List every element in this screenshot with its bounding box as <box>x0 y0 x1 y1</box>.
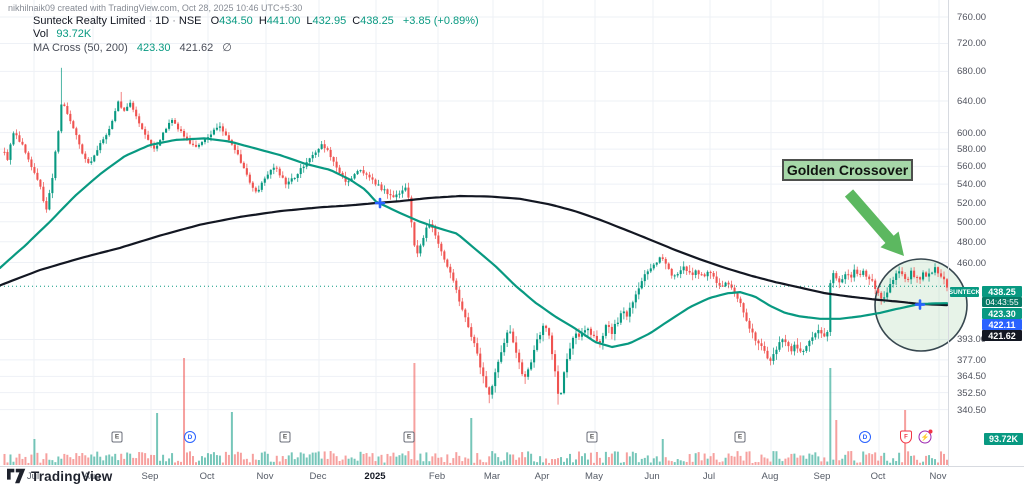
ohlc-value: 434.50 <box>219 15 253 27</box>
exchange-label: NSE <box>179 15 202 27</box>
time-axis-month-label: Oct <box>200 471 215 482</box>
countdown-badge: 04:43:55 <box>982 297 1022 307</box>
volume-value: 93.72K <box>56 28 91 40</box>
price-tick-label: 580.00 <box>957 144 986 155</box>
time-axis-month-label: Dec <box>310 471 327 482</box>
symbol-price-tag: SUNTECK <box>950 287 979 297</box>
attribution-text: nikhilnaik09 created with TradingView.co… <box>8 3 302 13</box>
time-axis-month-label: Mar <box>484 471 500 482</box>
ma-slow-badge: 421.62 <box>982 330 1022 341</box>
time-axis-month-label: Nov <box>930 471 947 482</box>
price-tick-label: 720.00 <box>957 38 986 49</box>
symbol-title[interactable]: Sunteck Realty Limited <box>33 15 146 27</box>
tradingview-logo-text: TradingView <box>31 469 112 484</box>
ohlc-letter: H <box>259 15 267 27</box>
separator: · <box>149 15 153 27</box>
time-axis-month-label: Oct <box>871 471 886 482</box>
tradingview-logo-icon <box>7 468 26 484</box>
ohlc-values: O434.50H441.00L432.95C438.25 <box>205 15 394 27</box>
ohlc-value: 432.95 <box>313 15 347 27</box>
price-chart-canvas[interactable] <box>0 0 1024 493</box>
ohlc-value: 441.00 <box>267 15 301 27</box>
time-axis-month-label: Aug <box>762 471 779 482</box>
price-tick-label: 540.00 <box>957 179 986 190</box>
ma-fast-badge: 423.30 <box>982 308 1022 319</box>
price-axis[interactable]: 760.00 720.00 680.00 640.00 600.00 580.00 560.… <box>948 0 1024 466</box>
volume-label[interactable]: Vol <box>33 28 48 40</box>
volume-bars <box>4 358 949 465</box>
alert-marker[interactable]: F <box>900 431 912 444</box>
notification-dot <box>929 430 933 434</box>
price-tick-label: 460.00 <box>957 258 986 269</box>
golden-crossover-label[interactable]: Golden Crossover <box>782 159 913 181</box>
price-tick-label: 340.50 <box>957 405 986 416</box>
symbol-legend-row: Sunteck Realty Limited·1D·NSE O434.50H44… <box>33 15 479 27</box>
price-tick-label: 500.00 <box>957 217 986 228</box>
interval-label[interactable]: 1D <box>155 15 169 27</box>
ma-cross-price-badge: 422.11 <box>982 319 1022 330</box>
time-axis-month-label: Nov <box>257 471 274 482</box>
price-tick-label: 600.00 <box>957 128 986 139</box>
price-tick-label: 560.00 <box>957 161 986 172</box>
earnings-marker[interactable]: E <box>404 432 415 443</box>
time-axis-month-label: May <box>585 471 603 482</box>
ohlc-letter: O <box>211 15 220 27</box>
time-axis-month-label: Sep <box>142 471 159 482</box>
earnings-marker[interactable]: E <box>587 432 598 443</box>
price-tick-label: 520.00 <box>957 198 986 209</box>
ma-cross-label[interactable]: MA Cross (50, 200) <box>33 42 128 54</box>
time-axis-month-label: Jun <box>644 471 659 482</box>
change-value: +3.85 (+0.89%) <box>403 15 479 27</box>
time-axis-month-label: Feb <box>429 471 445 482</box>
ohlc-value: 438.25 <box>360 15 394 27</box>
time-axis[interactable]: JulAugSepOctNovDec2025FebMarAprMayJunJul… <box>0 466 1024 493</box>
ma-cross-value: ∅ <box>222 42 232 54</box>
price-tick-label: 364.50 <box>957 371 986 382</box>
last-price-badge: 438.25 <box>982 286 1022 297</box>
annotation-arrow[interactable] <box>845 189 904 256</box>
ma-200-line[interactable] <box>0 196 947 305</box>
price-tick-label: 352.50 <box>957 388 986 399</box>
separator: · <box>172 15 176 27</box>
price-tick-label: 760.00 <box>957 12 986 23</box>
time-axis-month-label: Sep <box>814 471 831 482</box>
price-tick-label: 377.00 <box>957 355 986 366</box>
tradingview-logo[interactable]: TradingView <box>7 468 112 484</box>
ohlc-letter: C <box>352 15 360 27</box>
ma-slow-value: 421.62 <box>180 42 214 54</box>
events-marker[interactable]: ⚡ <box>919 431 932 444</box>
time-axis-month-label: Jul <box>703 471 715 482</box>
tradingview-chart: nikhilnaik09 created with TradingView.co… <box>0 0 1024 493</box>
price-tick-label: 680.00 <box>957 66 986 77</box>
dividend-marker[interactable]: D <box>859 431 871 443</box>
volume-legend-row: Vol 93.72K <box>33 28 91 40</box>
candlestick-series <box>3 68 948 405</box>
price-tick-label: 480.00 <box>957 237 986 248</box>
price-tick-label: 640.00 <box>957 96 986 107</box>
earnings-marker[interactable]: E <box>735 432 746 443</box>
earnings-marker[interactable]: E <box>280 432 291 443</box>
dividend-marker[interactable]: D <box>184 431 196 443</box>
ma-cross-legend-row: MA Cross (50, 200) 423.30 421.62 ∅ <box>33 41 232 54</box>
earnings-marker[interactable]: E <box>112 432 123 443</box>
time-axis-month-label: Apr <box>535 471 550 482</box>
time-axis-year-label: 2025 <box>364 471 385 482</box>
volume-axis-badge: 93.72K <box>984 433 1023 445</box>
ma-fast-value: 423.30 <box>137 42 171 54</box>
